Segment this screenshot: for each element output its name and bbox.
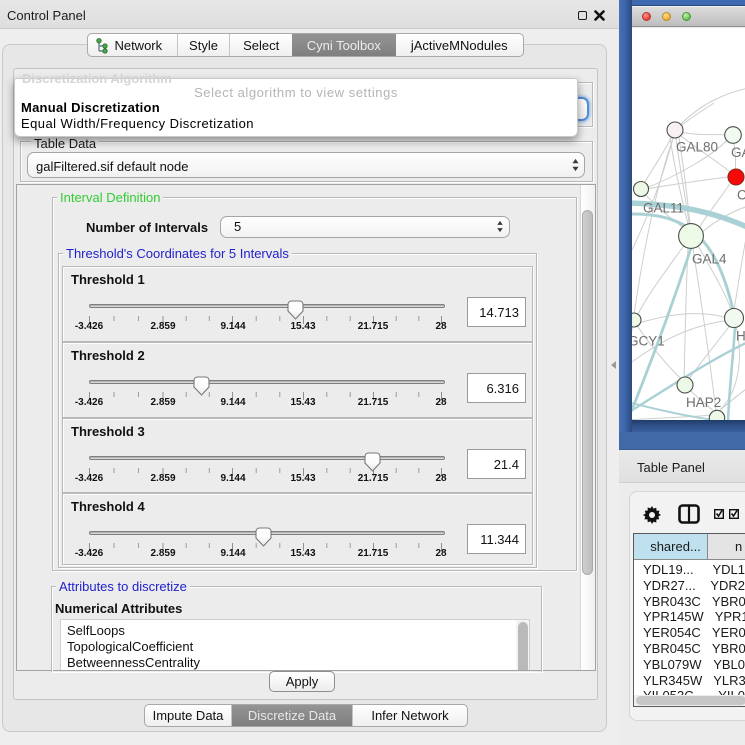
svg-text:GAL80: GAL80: [676, 140, 718, 155]
svg-text:HAP2: HAP2: [686, 395, 721, 410]
svg-text:GAL11: GAL11: [643, 201, 684, 216]
svg-text:GCY1: GCY1: [632, 334, 665, 349]
svg-text:HA: HA: [736, 329, 745, 344]
svg-text:GA: GA: [731, 145, 745, 160]
svg-text:C: C: [737, 188, 745, 203]
svg-text:GAL4: GAL4: [692, 252, 727, 267]
